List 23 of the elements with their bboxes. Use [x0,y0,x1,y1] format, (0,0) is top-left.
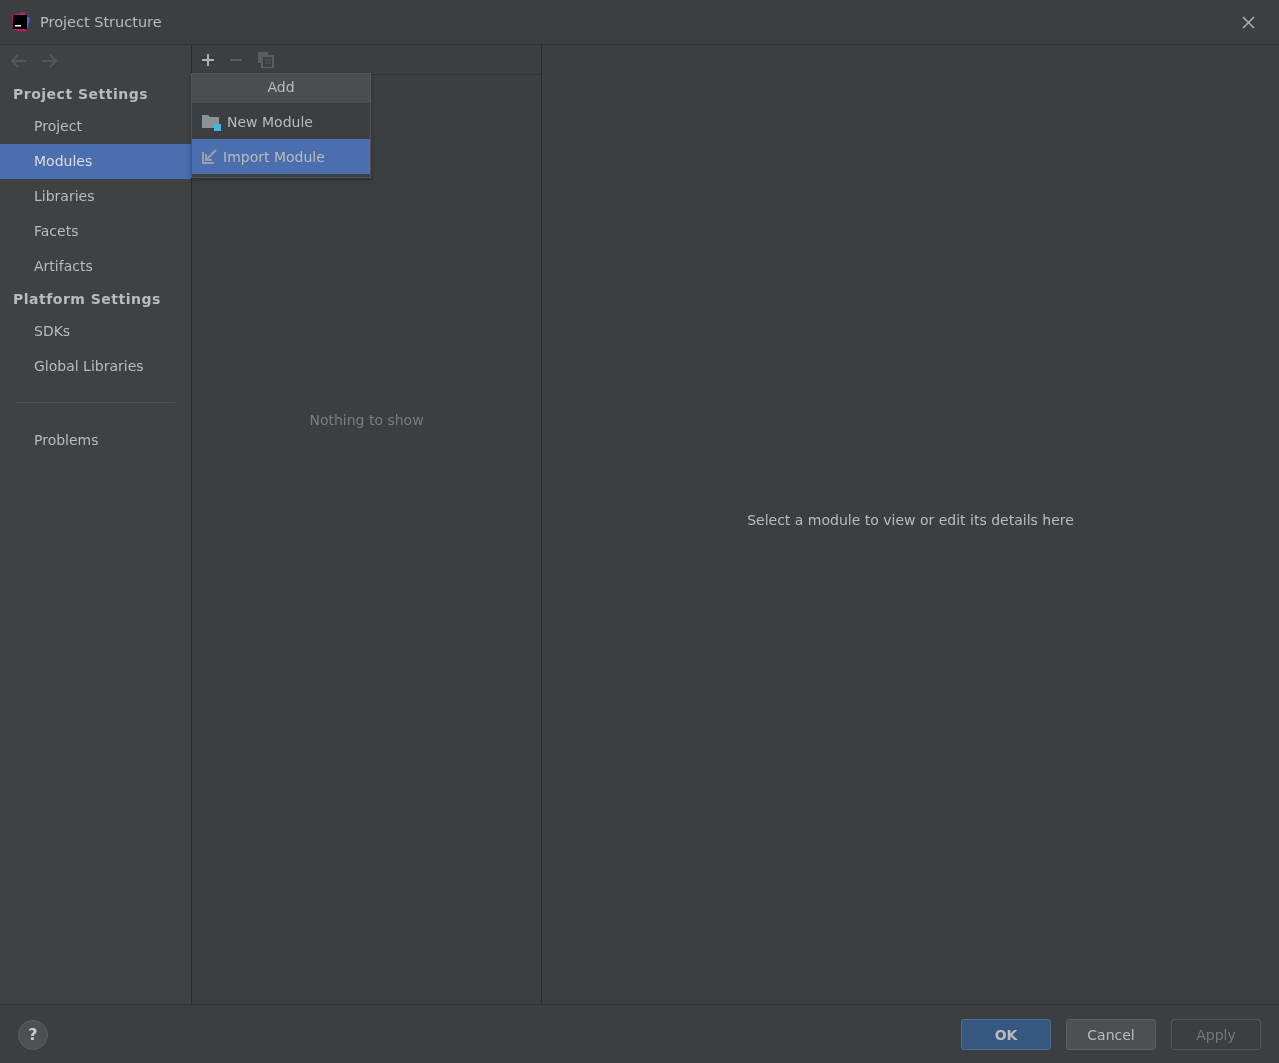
import-arrow-icon [202,149,217,164]
app-logo-icon [10,12,30,32]
sidebar-item[interactable]: Artifacts [0,249,191,284]
sidebar-item[interactable]: Modules [0,144,191,179]
sidebar-item[interactable]: Problems [0,423,191,458]
details-placeholder-message: Select a module to view or edit its details here [747,511,1074,528]
empty-list-message: Nothing to show [309,411,424,428]
sidebar-item[interactable]: SDKs [0,314,191,349]
section-heading: Project Settings [12,85,150,104]
close-icon[interactable] [1242,15,1255,29]
folder-icon [202,112,221,131]
sidebar-item[interactable]: Facets [0,214,191,249]
menu-item[interactable]: New Module [192,104,370,139]
dialog-button[interactable]: Cancel [1066,1019,1156,1050]
window-title: Project Structure [40,14,162,30]
add-icon[interactable] [202,53,214,66]
menu-title: Add [192,74,370,104]
help-button[interactable]: ? [18,1019,48,1050]
sidebar-item[interactable]: Project [0,109,191,144]
section-heading: Platform Settings [12,290,162,309]
sidebar-item[interactable]: Libraries [0,179,191,214]
dialog-button[interactable]: OK [961,1019,1051,1050]
sidebar-item[interactable]: Global Libraries [0,349,191,384]
